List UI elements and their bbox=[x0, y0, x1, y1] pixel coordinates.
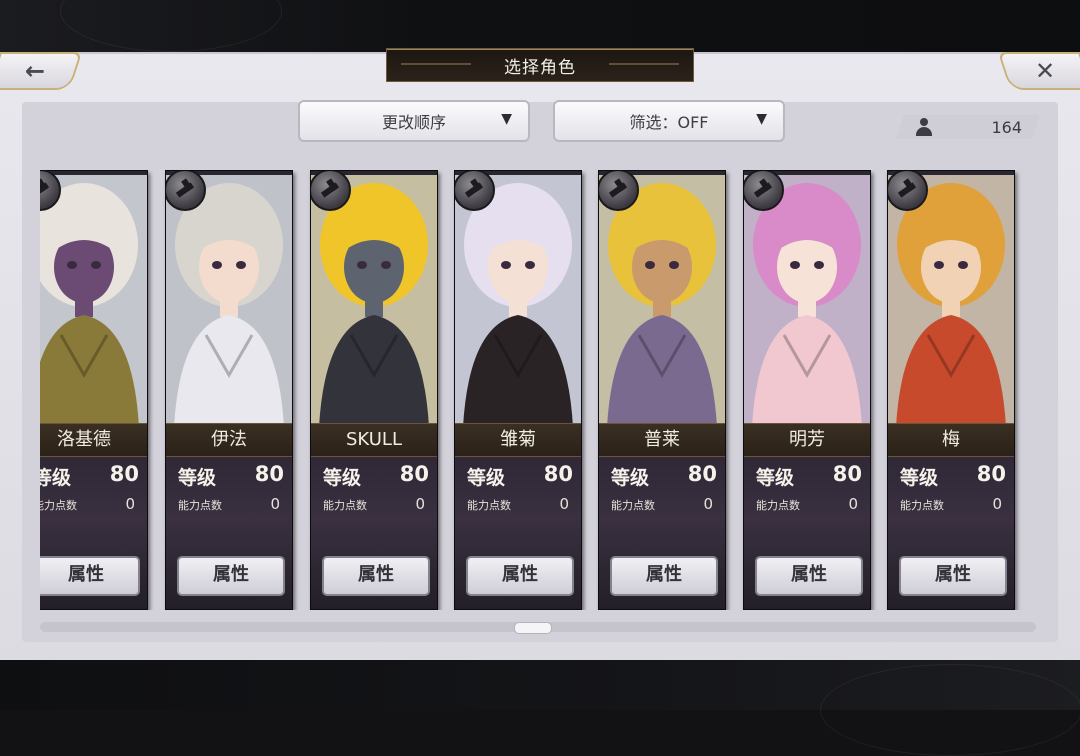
person-icon bbox=[916, 118, 932, 136]
sort-order-label: 更改顺序 bbox=[381, 113, 446, 132]
ornament-decoration bbox=[820, 664, 1080, 756]
level-value: 80 bbox=[976, 462, 1006, 486]
level-value: 80 bbox=[399, 462, 429, 486]
character-portrait bbox=[166, 175, 292, 427]
page-title-text: 选择角色 bbox=[504, 57, 576, 78]
character-name: SKULL bbox=[311, 423, 437, 457]
level-label: 等级 bbox=[323, 467, 362, 489]
attributes-button[interactable]: 属性 bbox=[322, 556, 430, 596]
character-portrait bbox=[888, 175, 1014, 427]
character-name: 梅 bbox=[888, 423, 1014, 457]
weapon-type-icon bbox=[166, 171, 206, 211]
attributes-button[interactable]: 属性 bbox=[40, 556, 140, 596]
character-name: 洛基德 bbox=[40, 423, 147, 457]
character-card[interactable]: SKULL 等级 80 能力点数 0 属性 bbox=[310, 170, 438, 610]
close-icon: ✕ bbox=[1034, 57, 1056, 85]
level-value: 80 bbox=[543, 462, 573, 486]
top-backdrop bbox=[0, 0, 1080, 55]
weapon-type-icon bbox=[599, 171, 639, 211]
bottom-backdrop bbox=[0, 658, 1080, 756]
weapon-type-icon bbox=[455, 171, 495, 211]
character-card-list[interactable]: 洛基德等级 80 能力点数 0 属性 伊法等级 80 能力点数 0 属性 SKULL 等级 80 能力点数… bbox=[40, 170, 1036, 610]
character-portrait bbox=[455, 175, 581, 427]
character-portrait bbox=[40, 175, 147, 427]
ability-points-value: 0 bbox=[415, 495, 425, 513]
attributes-button[interactable]: 属性 bbox=[466, 556, 574, 596]
weapon-type-icon bbox=[311, 171, 351, 211]
character-portrait bbox=[744, 175, 870, 427]
sort-order-dropdown[interactable]: 更改顺序 ▼ bbox=[298, 100, 530, 142]
attributes-button[interactable]: 属性 bbox=[177, 556, 285, 596]
level-label: 等级 bbox=[900, 467, 939, 489]
weapon-type-icon bbox=[744, 171, 784, 211]
character-portrait bbox=[311, 175, 437, 427]
ability-points-value: 0 bbox=[559, 495, 569, 513]
filter-dropdown[interactable]: 筛选：OFF ▼ bbox=[553, 100, 785, 142]
ability-points-label: 能力点数 bbox=[611, 499, 655, 512]
ability-points-value: 0 bbox=[270, 495, 280, 513]
scrollbar-thumb[interactable] bbox=[514, 622, 552, 634]
back-arrow-icon: ← bbox=[24, 57, 46, 85]
character-name: 伊法 bbox=[166, 423, 292, 457]
character-card[interactable]: 普莱等级 80 能力点数 0 属性 bbox=[598, 170, 726, 610]
weapon-type-icon bbox=[888, 171, 928, 211]
level-value: 80 bbox=[109, 462, 139, 486]
page-title: 选择角色 bbox=[386, 48, 694, 82]
attributes-button[interactable]: 属性 bbox=[610, 556, 718, 596]
level-label: 等级 bbox=[756, 467, 795, 489]
level-label: 等级 bbox=[611, 467, 650, 489]
character-card[interactable]: 伊法等级 80 能力点数 0 属性 bbox=[165, 170, 293, 610]
level-value: 80 bbox=[254, 462, 284, 486]
character-card[interactable]: 洛基德等级 80 能力点数 0 属性 bbox=[40, 170, 148, 610]
chevron-down-icon: ▼ bbox=[501, 111, 512, 127]
ability-points-label: 能力点数 bbox=[178, 499, 222, 512]
character-name: 明芳 bbox=[744, 423, 870, 457]
level-label: 等级 bbox=[40, 467, 72, 489]
ability-points-value: 0 bbox=[992, 495, 1002, 513]
level-label: 等级 bbox=[467, 467, 506, 489]
attributes-button[interactable]: 属性 bbox=[755, 556, 863, 596]
ability-points-label: 能力点数 bbox=[40, 499, 77, 512]
ability-points-label: 能力点数 bbox=[323, 499, 367, 512]
level-value: 80 bbox=[687, 462, 717, 486]
character-portrait bbox=[599, 175, 725, 427]
attributes-button[interactable]: 属性 bbox=[899, 556, 1007, 596]
character-card[interactable]: 雏菊等级 80 能力点数 0 属性 bbox=[454, 170, 582, 610]
character-card[interactable]: 梅等级 80 能力点数 0 属性 bbox=[887, 170, 1015, 610]
ornament-decoration bbox=[60, 0, 282, 52]
character-name: 普莱 bbox=[599, 423, 725, 457]
filter-label: 筛选：OFF bbox=[629, 113, 709, 132]
ability-points-label: 能力点数 bbox=[467, 499, 511, 512]
character-count: 164 bbox=[991, 118, 1022, 137]
ability-points-label: 能力点数 bbox=[756, 499, 800, 512]
chevron-down-icon: ▼ bbox=[756, 111, 767, 127]
ability-points-value: 0 bbox=[703, 495, 713, 513]
level-value: 80 bbox=[832, 462, 862, 486]
ability-points-label: 能力点数 bbox=[900, 499, 944, 512]
level-label: 等级 bbox=[178, 467, 217, 489]
character-card[interactable]: 明芳等级 80 能力点数 0 属性 bbox=[743, 170, 871, 610]
close-button[interactable]: ✕ bbox=[997, 52, 1080, 90]
character-name: 雏菊 bbox=[455, 423, 581, 457]
ability-points-value: 0 bbox=[125, 495, 135, 513]
ability-points-value: 0 bbox=[848, 495, 858, 513]
